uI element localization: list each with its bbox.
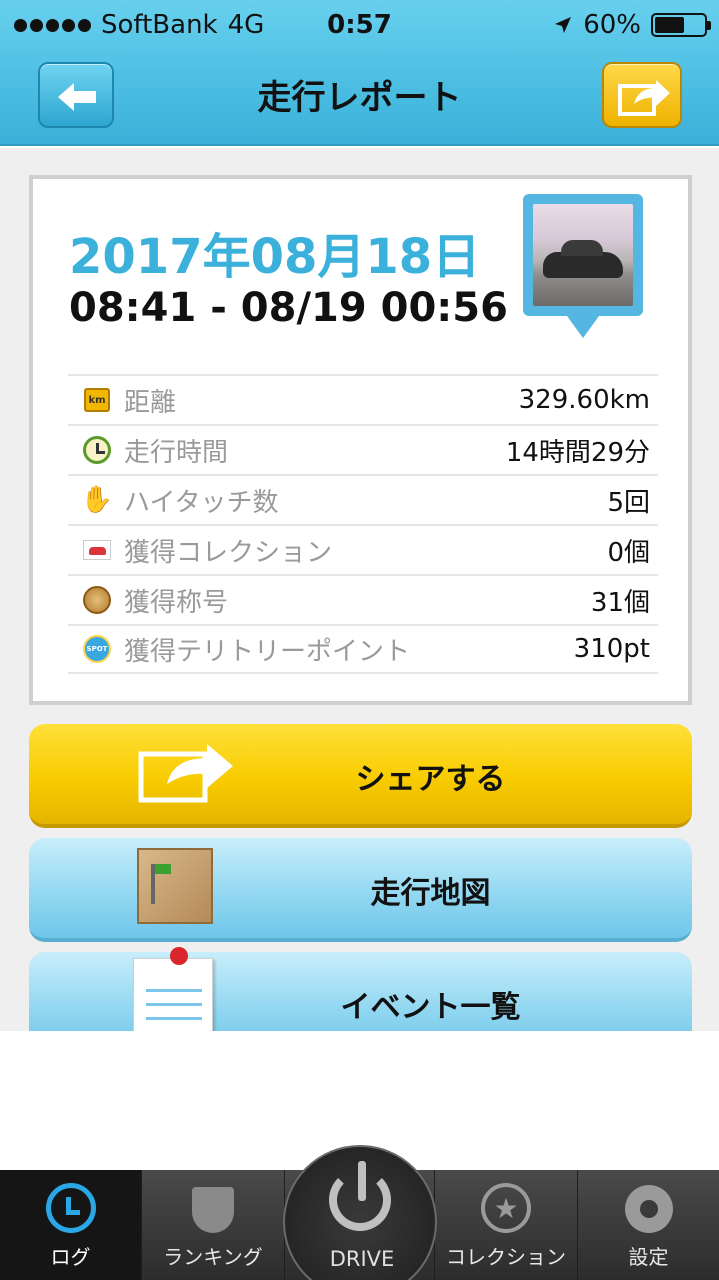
star-icon: ★: [481, 1183, 531, 1233]
gear-icon: [624, 1185, 673, 1233]
stat-label: 獲得コレクション: [124, 537, 333, 568]
tab-ranking[interactable]: ランキング: [142, 1170, 285, 1280]
map-label: 走行地図: [370, 876, 491, 911]
drive-label: DRIVE: [329, 1247, 395, 1271]
stat-row-collection: 獲得コレクション 0個: [68, 524, 658, 574]
report-card: 2017年08月18日 08:41 - 08/19 00:56 km 距離 32…: [29, 175, 692, 705]
tab-label: ランキング: [163, 1245, 263, 1269]
events-button[interactable]: イベント一覧: [29, 947, 692, 1031]
tab-log[interactable]: ログ: [0, 1170, 142, 1280]
stat-row-distance: km 距離 329.60km: [68, 374, 658, 424]
drive-button[interactable]: DRIVE: [283, 1145, 437, 1280]
battery-percent: 60%: [583, 10, 641, 40]
photo-frame: [523, 194, 643, 316]
share-button[interactable]: シェアする: [29, 724, 692, 828]
stat-label: 獲得テリトリーポイント: [124, 636, 411, 667]
report-date: 2017年08月18日: [69, 229, 481, 285]
tab-settings[interactable]: 設定: [578, 1170, 719, 1280]
stat-label: 距離: [124, 387, 177, 418]
tab-label: 設定: [628, 1245, 669, 1269]
km-icon: km: [84, 388, 110, 412]
share-label: シェアする: [355, 762, 506, 797]
header-bar: SoftBank 4G 0:57 60% 走行レポート: [0, 0, 719, 146]
tab-label: コレクション: [446, 1245, 566, 1269]
stats-list: km 距離 329.60km 走行時間 14時間29分 ✋ ハイタッチ数 5回 …: [68, 374, 658, 674]
battery-icon: [651, 13, 711, 37]
location-arrow-icon: [555, 17, 572, 33]
stat-value: 329.60km: [518, 385, 650, 415]
car-collection-icon: [83, 540, 111, 560]
events-label: イベント一覧: [340, 990, 521, 1025]
drive-photo: [533, 204, 633, 306]
stat-value: 5回: [607, 487, 650, 518]
stat-label: 獲得称号: [124, 587, 229, 618]
tab-collection[interactable]: ★ コレクション: [435, 1170, 578, 1280]
stat-value: 310pt: [573, 634, 650, 664]
status-bar: SoftBank 4G 0:57 60%: [0, 0, 719, 50]
log-clock-icon: [45, 1183, 96, 1233]
content-area: 2017年08月18日 08:41 - 08/19 00:56 km 距離 32…: [0, 148, 719, 1031]
stat-row-territory: SPOT 獲得テリトリーポイント 310pt: [68, 624, 658, 674]
stat-row-high-five: ✋ ハイタッチ数 5回: [68, 474, 658, 524]
clock-icon: [83, 436, 111, 464]
title-medal-icon: [83, 586, 111, 614]
stat-value: 14時間29分: [505, 437, 650, 468]
stat-row-drive-time: 走行時間 14時間29分: [68, 424, 658, 474]
trophy-icon: [192, 1187, 234, 1233]
high-five-icon: ✋: [80, 485, 114, 515]
stat-label: ハイタッチ数: [124, 487, 279, 518]
stat-label: 走行時間: [124, 437, 229, 468]
tab-label: ログ: [50, 1245, 91, 1269]
stat-value: 0個: [607, 537, 650, 568]
spot-icon: SPOT: [83, 635, 111, 663]
stat-value: 31個: [590, 587, 650, 618]
share-icon: [618, 80, 670, 116]
stat-row-titles: 獲得称号 31個: [68, 574, 658, 624]
map-button[interactable]: 走行地図: [29, 838, 692, 942]
photo-pin[interactable]: [523, 194, 643, 344]
report-time-range: 08:41 - 08/19 00:56: [69, 285, 508, 331]
header-share-button[interactable]: [602, 62, 682, 128]
